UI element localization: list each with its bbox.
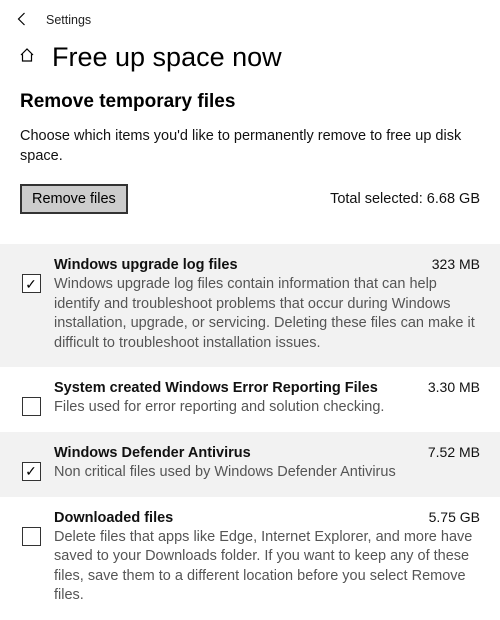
- file-category-list: Windows upgrade log files323 MBWindows u…: [0, 244, 500, 620]
- item-head: Windows upgrade log files 323 MB: [54, 256, 480, 273]
- item-body: Windows upgrade log files323 MBWindows u…: [54, 256, 480, 353]
- item-description: Files used for error reporting and solut…: [54, 398, 480, 418]
- item-body: Windows Defender Antivirus 7.52 MB Non cri…: [54, 444, 480, 483]
- arrow-left-icon: [14, 10, 32, 28]
- action-row: Remove files Total selected: 6.68 GB: [20, 184, 480, 214]
- title-bar: Settings: [0, 0, 500, 36]
- total-selected-label: Total selected: 6.68 GB: [330, 191, 480, 207]
- item-body: System created Windows Error Reporting F…: [54, 379, 480, 418]
- checkbox[interactable]: [22, 462, 41, 481]
- page-title: Free up space now: [52, 42, 282, 73]
- remove-files-button[interactable]: Remove files: [20, 184, 128, 214]
- item-description: Windows upgrade log files contain inform…: [54, 275, 480, 353]
- checkbox-wrap: [20, 256, 42, 293]
- file-category-item[interactable]: System created Windows Error Reporting F…: [0, 367, 500, 432]
- checkbox[interactable]: [22, 527, 41, 546]
- item-title: System created Windows Error Reporting F…: [54, 380, 378, 396]
- back-button[interactable]: [14, 10, 28, 30]
- checkbox-wrap: [20, 509, 42, 546]
- file-category-item[interactable]: Windows upgrade log files323 MBWindows u…: [0, 244, 500, 367]
- item-size: 3.30 MB: [428, 379, 480, 395]
- item-description: Delete files that apps like Edge, Intern…: [54, 528, 480, 606]
- item-description: Non critical files used by Windows Defen…: [54, 463, 480, 483]
- item-head: Downloaded files 5.75 GB: [54, 509, 480, 526]
- page-header: Free up space now: [0, 36, 500, 91]
- item-body: Downloaded files 5.75 GB Delete files that…: [54, 509, 480, 606]
- section-heading: Remove temporary files: [20, 91, 480, 113]
- checkbox-wrap: [20, 444, 42, 481]
- checkbox[interactable]: [22, 274, 41, 293]
- item-size: 323 MB: [432, 256, 480, 272]
- file-category-item[interactable]: Downloaded files 5.75 GB Delete files that…: [0, 497, 500, 620]
- home-button[interactable]: [18, 46, 38, 69]
- app-name: Settings: [46, 13, 91, 27]
- item-title: Windows upgrade log files: [54, 257, 238, 273]
- home-icon: [18, 46, 36, 64]
- section-description: Choose which items you'd like to permane…: [20, 127, 480, 166]
- item-title: Downloaded files: [54, 510, 173, 526]
- checkbox[interactable]: [22, 397, 41, 416]
- item-size: 5.75 GB: [429, 509, 480, 525]
- file-category-item[interactable]: Windows Defender Antivirus 7.52 MB Non cri…: [0, 432, 500, 497]
- item-size: 7.52 MB: [428, 444, 480, 460]
- checkbox-wrap: [20, 379, 42, 416]
- section-remove-temp: Remove temporary files Choose which item…: [0, 91, 500, 244]
- item-head: Windows Defender Antivirus 7.52 MB: [54, 444, 480, 461]
- item-head: System created Windows Error Reporting F…: [54, 379, 480, 396]
- item-title: Windows Defender Antivirus: [54, 445, 251, 461]
